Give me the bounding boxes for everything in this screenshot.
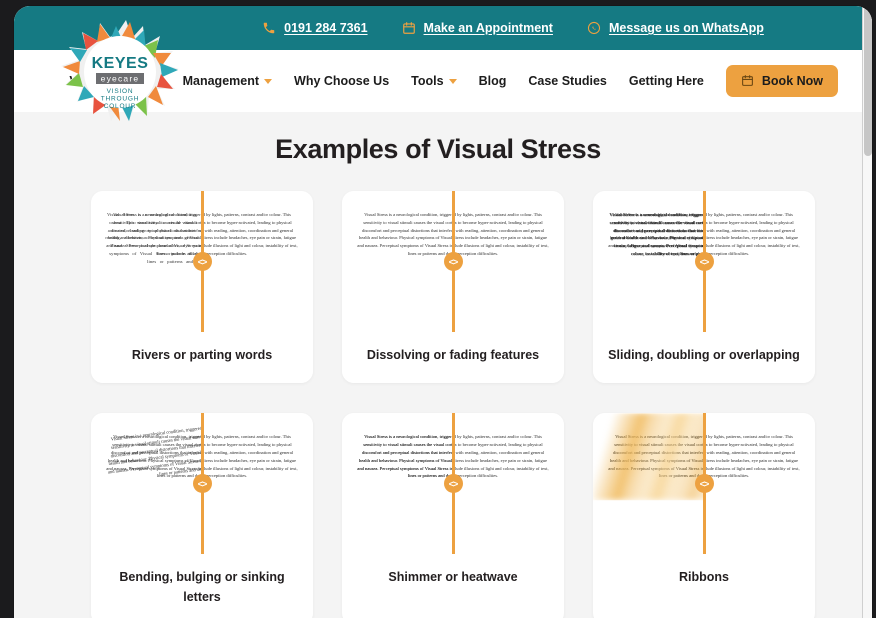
phone-link[interactable]: 0191 284 7361 [262, 21, 368, 35]
whatsapp-icon [587, 21, 601, 35]
logo-tagline-3: COLOUR [104, 103, 137, 110]
before-after-slider[interactable]: Visual Stress is a neurological conditio… [342, 413, 564, 555]
compare-slider-handle[interactable]: <> [443, 474, 463, 494]
page-scroll-area: 0191 284 7361 Make an Appointment Messag… [14, 6, 862, 618]
whatsapp-link[interactable]: Message us on WhatsApp [587, 21, 764, 35]
nav-item-getting-here[interactable]: Getting Here [629, 74, 704, 88]
example-card: Visual Stress is a neurological conditio… [91, 413, 313, 618]
compare-slider-handle[interactable]: <> [192, 474, 212, 494]
whatsapp-label: Message us on WhatsApp [608, 21, 764, 35]
nav-item-blog[interactable]: Blog [479, 74, 507, 88]
appointment-label: Make an Appointment [423, 21, 553, 35]
logo-name: KEYES [92, 55, 149, 72]
nav-label: Case Studies [528, 74, 607, 88]
nav-item-tools[interactable]: Tools [411, 74, 457, 88]
logo-sub: eyecare [101, 74, 140, 84]
phone-number: 0191 284 7361 [284, 21, 368, 35]
example-card: Visual Stress is a neurological conditio… [342, 413, 564, 618]
compare-slider-handle[interactable]: <> [192, 252, 212, 271]
before-after-slider[interactable]: Visual Stress is a neurological conditio… [91, 413, 313, 555]
book-now-button[interactable]: Book Now [725, 65, 838, 97]
chevron-down-icon [448, 78, 457, 84]
before-after-slider[interactable]: Visual Stress is a neurological conditio… [342, 191, 564, 332]
appointment-link[interactable]: Make an Appointment [402, 21, 553, 35]
phone-icon [262, 21, 276, 35]
before-after-slider[interactable]: Visual Stress is a neurological conditio… [593, 413, 815, 555]
scrollbar-thumb[interactable] [864, 6, 872, 156]
card-caption: Sliding, doubling or overlapping [593, 332, 815, 384]
nav-item-case-studies[interactable]: Case Studies [528, 74, 607, 88]
card-caption: Shimmer or heatwave [342, 554, 564, 606]
card-caption: Dissolving or fading features [342, 332, 564, 384]
card-caption: Rivers or parting words [91, 332, 313, 384]
browser-window: 0191 284 7361 Make an Appointment Messag… [14, 6, 872, 618]
nav-label: Getting Here [628, 74, 704, 88]
example-card: Visual Stress is a neurological conditio… [593, 413, 815, 618]
nav-label: Why Choose Us [294, 74, 390, 88]
example-card: Visual Stress is a neurological conditio… [91, 191, 313, 384]
before-after-slider[interactable]: Visual Stress is a neurological conditio… [91, 191, 313, 332]
compare-slider-handle[interactable]: <> [694, 252, 714, 271]
calendar-icon [402, 21, 416, 35]
main-content: Examples of Visual Stress Visual Stress … [14, 112, 862, 618]
nav-item-why-choose-us[interactable]: Why Choose Us [294, 74, 389, 88]
nav-label: Blog [478, 74, 507, 88]
card-caption: Ribbons [593, 554, 815, 606]
before-after-slider[interactable]: Visual Stress is a neurological conditio… [593, 191, 815, 332]
book-now-label: Book Now [761, 74, 823, 88]
nav-item-management[interactable]: Management [182, 74, 273, 88]
examples-grid: Visual Stress is a neurological conditio… [14, 191, 862, 618]
nav-label: Tools [411, 74, 444, 88]
compare-slider-handle[interactable]: <> [443, 252, 463, 271]
site-logo[interactable]: KEYES eyecare VISION THROUGH COLOUR [50, 20, 186, 142]
example-card: Visual Stress is a neurological conditio… [342, 191, 564, 384]
card-caption: Bending, bulging or sinking letters [91, 554, 313, 618]
example-card: Visual Stress is a neurological conditio… [593, 191, 815, 384]
nav-label: Management [182, 74, 260, 88]
main-navigation: KEYES eyecare VISION THROUGH COLOUR Visu… [14, 20, 862, 122]
vertical-scrollbar[interactable] [862, 6, 872, 618]
logo-tagline-1: VISION [107, 88, 134, 95]
compare-slider-handle[interactable]: <> [694, 474, 714, 494]
calendar-icon [741, 74, 755, 88]
chevron-down-icon [264, 78, 273, 84]
logo-tagline-2: THROUGH [101, 96, 139, 103]
